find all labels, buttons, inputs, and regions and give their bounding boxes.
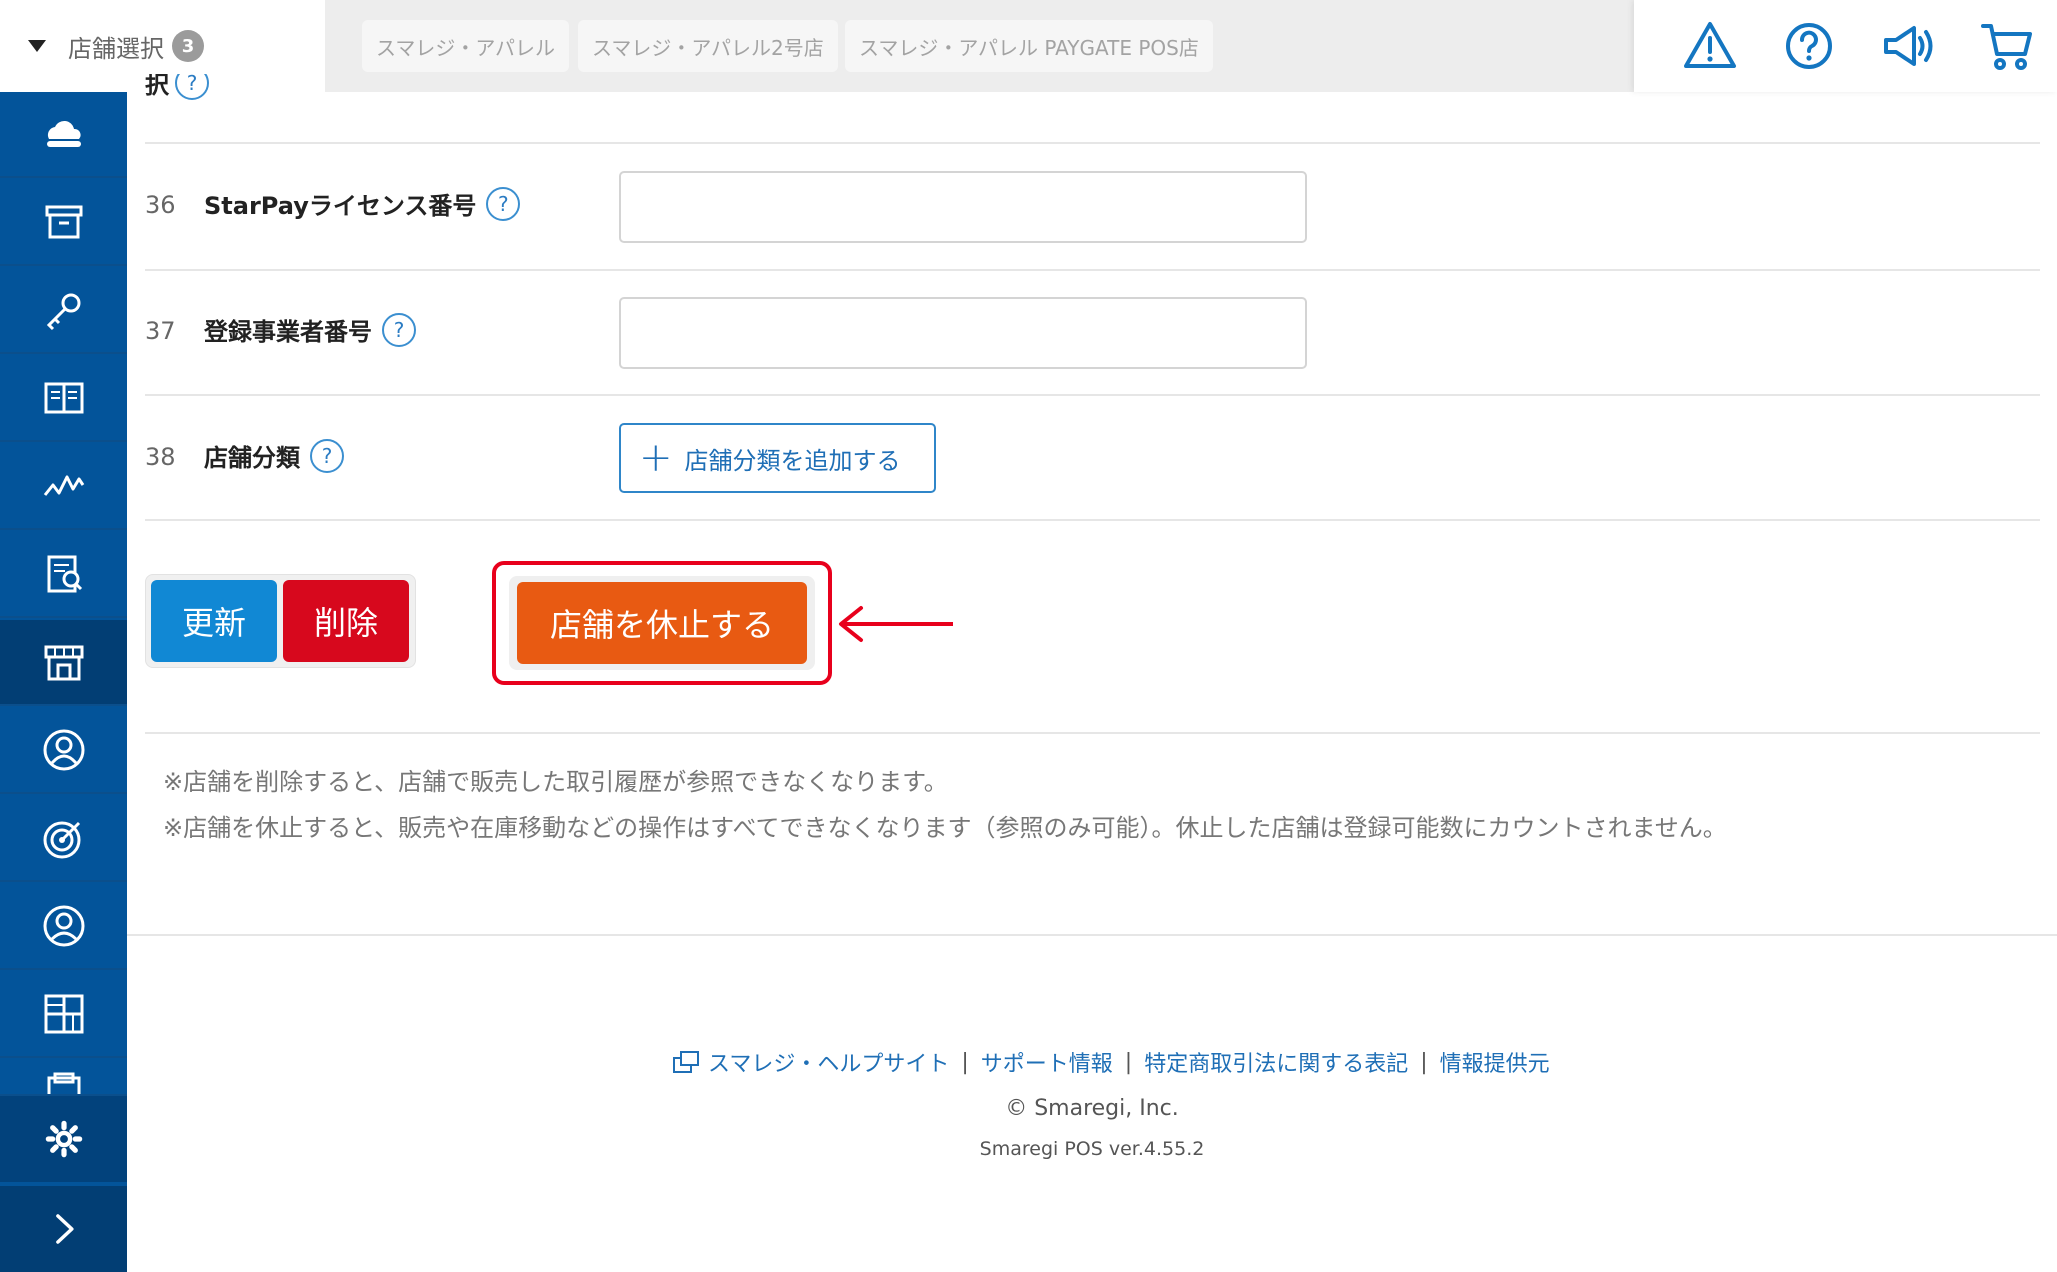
delete-button[interactable]: 削除	[283, 580, 409, 662]
sidebar-item-cloud[interactable]	[0, 92, 127, 178]
add-store-category-label: 店舗分類を追加する	[684, 446, 901, 475]
cart-icon[interactable]	[1979, 18, 2035, 74]
user-icon	[43, 905, 84, 947]
gear-icon	[45, 1120, 82, 1158]
divider	[145, 142, 2040, 144]
chevron-right-icon	[55, 1214, 74, 1244]
top-icon-bar	[1634, 0, 2057, 92]
grid-icon	[44, 994, 83, 1034]
warning-icon[interactable]	[1682, 18, 1738, 74]
archive-icon	[45, 205, 82, 239]
pause-note: ※店舗を休止すると、販売や在庫移動などの操作はすべてできなくなります（参照のみ可…	[163, 814, 1727, 842]
sidebar-item-customer[interactable]	[0, 708, 127, 794]
store-tab-3[interactable]: スマレジ・アパレル PAYGATE POS店	[845, 20, 1213, 72]
sidebar-item-clipboard[interactable]	[0, 1060, 127, 1096]
sidebar-item-key[interactable]	[0, 268, 127, 354]
megaphone-icon[interactable]	[1880, 18, 1936, 74]
book-icon	[44, 382, 83, 414]
divider	[145, 732, 2040, 734]
registration-number-input[interactable]	[619, 297, 1307, 369]
expand-sidebar-button[interactable]	[0, 1186, 127, 1272]
caret-down-icon	[28, 40, 46, 52]
support-info-link[interactable]: サポート情報	[981, 1046, 1113, 1078]
divider	[145, 269, 2040, 271]
help-mark[interactable]: ?	[175, 74, 209, 100]
cloud-icon	[46, 120, 81, 147]
copyright: © Smaregi, Inc.	[1005, 1096, 1179, 1121]
footer-separator: |	[1124, 1049, 1133, 1075]
sidebar	[0, 92, 127, 1272]
external-window-icon	[673, 1051, 699, 1073]
chart-icon	[43, 475, 84, 496]
previous-row-label: 択	[145, 74, 169, 99]
store-count-badge: 3	[172, 30, 204, 62]
help-mark[interactable]: ?	[382, 312, 416, 347]
main-content: 択 ? 36 StarPayライセンス番号 ? 37 登録事業者番号 ? 38 …	[127, 74, 2057, 1272]
starpay-label: StarPayライセンス番号	[204, 192, 477, 220]
arrow-left-icon	[839, 606, 953, 642]
row-number-38: 38	[145, 443, 176, 471]
help-mark[interactable]: ?	[486, 186, 521, 221]
registration-label: 登録事業者番号	[204, 318, 372, 346]
sidebar-item-report[interactable]	[0, 532, 127, 618]
divider	[145, 394, 2040, 396]
pause-store-button[interactable]: 店舗を休止する	[517, 582, 807, 664]
key-icon	[46, 293, 80, 331]
row-label-store-category: 店舗分類 ?	[204, 438, 344, 473]
commercial-law-link[interactable]: 特定商取引法に関する表記	[1144, 1046, 1408, 1078]
sidebar-item-book[interactable]	[0, 356, 127, 442]
store-select-label: 店舗選択	[68, 34, 164, 63]
divider	[145, 519, 2040, 521]
sidebar-item-target[interactable]	[0, 796, 127, 882]
report-icon	[47, 555, 82, 593]
footer-separator: |	[1420, 1049, 1428, 1075]
footer-divider	[127, 934, 2057, 936]
clipboard-icon	[47, 1072, 80, 1094]
store-category-label: 店舗分類	[204, 444, 300, 472]
target-icon	[43, 821, 80, 859]
sidebar-item-user[interactable]	[0, 884, 127, 970]
previous-row-fragment: 択 ?	[145, 74, 209, 100]
sidebar-item-archive[interactable]	[0, 180, 127, 266]
version-text: Smaregi POS ver.4.55.2	[979, 1138, 1205, 1160]
row-label-starpay: StarPayライセンス番号 ?	[204, 186, 521, 221]
customer-icon	[43, 729, 84, 771]
top-bar: 店舗選択 3 スマレジ・アパレル スマレジ・アパレル2号店 スマレジ・アパレル …	[0, 0, 2057, 92]
settings-button[interactable]	[0, 1096, 127, 1182]
help-icon[interactable]	[1781, 18, 1837, 74]
footer-links: スマレジ・ヘルプサイト | サポート情報 | 特定商取引法に関する表記 | 情報…	[672, 1046, 1550, 1078]
help-site-link[interactable]: スマレジ・ヘルプサイト	[708, 1046, 949, 1078]
add-store-category-button[interactable]: + 店舗分類を追加する	[619, 423, 936, 493]
store-tab-2[interactable]: スマレジ・アパレル2号店	[578, 20, 838, 72]
info-provider-link[interactable]: 情報提供元	[1440, 1046, 1550, 1078]
starpay-license-input[interactable]	[619, 171, 1307, 243]
row-label-registration: 登録事業者番号 ?	[204, 312, 416, 347]
delete-note: ※店舗を削除すると、店舗で販売した取引履歴が参照できなくなります。	[163, 768, 948, 796]
row-number-37: 37	[145, 317, 176, 345]
footer-separator: |	[961, 1049, 969, 1075]
store-tab-1[interactable]: スマレジ・アパレル	[362, 20, 569, 72]
sidebar-item-store[interactable]	[0, 620, 127, 706]
sidebar-item-chart[interactable]	[0, 444, 127, 530]
update-button[interactable]: 更新	[151, 580, 277, 662]
help-mark[interactable]: ?	[310, 438, 344, 473]
plus-icon: +	[639, 435, 673, 481]
store-icon	[44, 645, 83, 681]
sidebar-item-grid[interactable]	[0, 972, 127, 1058]
row-number-36: 36	[145, 191, 176, 219]
